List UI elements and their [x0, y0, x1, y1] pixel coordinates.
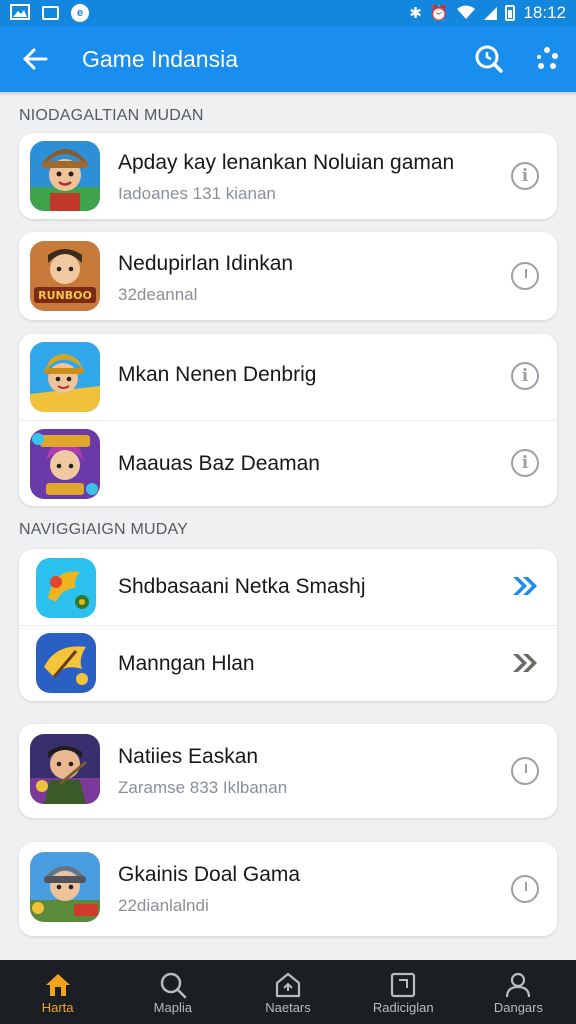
section-header-1: NIODAGALTIAN MUDAN [19, 107, 204, 124]
open-button[interactable] [510, 648, 540, 678]
bluetooth-icon: ✱ [409, 4, 422, 22]
history-button[interactable] [510, 261, 540, 291]
game-icon [30, 141, 100, 211]
history-button[interactable] [510, 874, 540, 904]
alarm-icon: ⏰ [429, 4, 449, 22]
screenshot-notification-icon [42, 6, 59, 20]
game-icon: RUNBOO [30, 241, 100, 311]
game-title: Apday kay lenankan Noluian gaman [118, 151, 455, 174]
game-list-item[interactable]: Manngan Hlan [19, 625, 557, 701]
status-bar: e ✱ ⏰ 18:12 [0, 0, 576, 26]
game-subtitle: Zaramse 833 Iklbanan [118, 778, 288, 797]
clock-icon [511, 757, 539, 785]
nav-item-home[interactable]: Harta [0, 960, 115, 1024]
info-icon: i [511, 162, 539, 190]
nav-label: Radiciglan [372, 999, 434, 1015]
game-list-item[interactable]: Shdbasaani Netka Smashj [19, 549, 557, 625]
info-icon: i [511, 449, 539, 477]
arrow-left-icon [23, 48, 48, 70]
game-icon [30, 852, 100, 922]
cell-signal-icon [484, 6, 498, 20]
nav-label: Dangars [493, 999, 543, 1015]
game-title: Maauas Baz Deaman [118, 452, 320, 475]
game-icon [36, 558, 96, 618]
home-icon [45, 973, 70, 996]
photo-notification-icon [10, 3, 30, 23]
game-subtitle: Iadoanes 131 kianan [118, 184, 276, 203]
game-icon [30, 429, 100, 499]
game-list-group: Shdbasaani Netka Smashj Manngan Hlan [19, 549, 557, 701]
app-notification-icon: e [71, 4, 89, 22]
game-list-group: Mkan Nenen Denbrig i Maauas Baz Deaman i [19, 334, 557, 506]
nav-item-radio[interactable]: Radiciglan [346, 960, 461, 1024]
clock-icon [511, 262, 539, 290]
game-title: Shdbasaani Netka Smashj [118, 575, 366, 598]
more-options-button[interactable] [518, 26, 576, 92]
info-button[interactable]: i [510, 448, 540, 478]
open-button[interactable] [510, 571, 540, 601]
svg-text:RUNBOO: RUNBOO [38, 289, 92, 302]
game-list-item[interactable]: Gkainis Doal Gama 22dianlalndi [19, 842, 557, 936]
game-icon [36, 633, 96, 693]
game-title: Gkainis Doal Gama [118, 863, 301, 886]
game-subtitle: 22dianlalndi [118, 896, 209, 915]
wifi-icon [456, 4, 476, 23]
history-button[interactable] [510, 756, 540, 786]
game-title: Mkan Nenen Denbrig [118, 363, 317, 386]
info-icon: i [511, 362, 539, 390]
bottom-navigation: Harta Maplia Naetars Radiciglan Dangars [0, 960, 576, 1024]
search-clock-icon [475, 45, 503, 73]
back-button[interactable] [0, 26, 70, 92]
page-title: Game Indansia [82, 45, 238, 72]
game-title: Natiies Easkan [118, 745, 259, 768]
dots-cluster-icon [537, 47, 558, 69]
info-button[interactable]: i [510, 161, 540, 191]
section-header-2: NAVIGGIAIGN MUDAY [19, 521, 189, 538]
game-title: Manngan Hlan [118, 652, 255, 675]
game-icon [30, 734, 100, 804]
nav-item-profile[interactable]: Dangars [461, 960, 576, 1024]
game-list-item[interactable]: Natiies Easkan Zaramse 833 Iklbanan [19, 724, 557, 818]
search-icon [160, 972, 187, 998]
search-button[interactable] [460, 26, 518, 92]
game-list-item[interactable]: Maauas Baz Deaman i [19, 420, 557, 506]
nav-item-library[interactable]: Naetars [230, 960, 345, 1024]
game-list-item[interactable]: Mkan Nenen Denbrig i [19, 334, 557, 420]
profile-icon [506, 972, 531, 997]
nav-label: Maplia [153, 999, 192, 1015]
double-chevron-icon [513, 577, 537, 595]
game-list-item[interactable]: RUNBOO Nedupirlan Idinkan 32deannal [19, 232, 557, 320]
status-time: 18:12 [523, 3, 566, 22]
nav-label: Naetars [265, 999, 311, 1015]
battery-icon [505, 5, 516, 21]
game-icon [30, 342, 100, 412]
clock-icon [511, 875, 539, 903]
info-button[interactable]: i [510, 361, 540, 391]
house-outline-icon [275, 972, 301, 997]
double-chevron-icon [513, 654, 537, 672]
square-icon [391, 972, 416, 997]
game-subtitle: 32deannal [118, 285, 198, 304]
game-list-item[interactable]: Apday kay lenankan Noluian gaman Iadoane… [19, 133, 557, 219]
game-title: Nedupirlan Idinkan [118, 252, 294, 275]
app-bar: Game Indansia [0, 26, 576, 92]
nav-label: Harta [41, 999, 74, 1015]
nav-item-search[interactable]: Maplia [115, 960, 230, 1024]
